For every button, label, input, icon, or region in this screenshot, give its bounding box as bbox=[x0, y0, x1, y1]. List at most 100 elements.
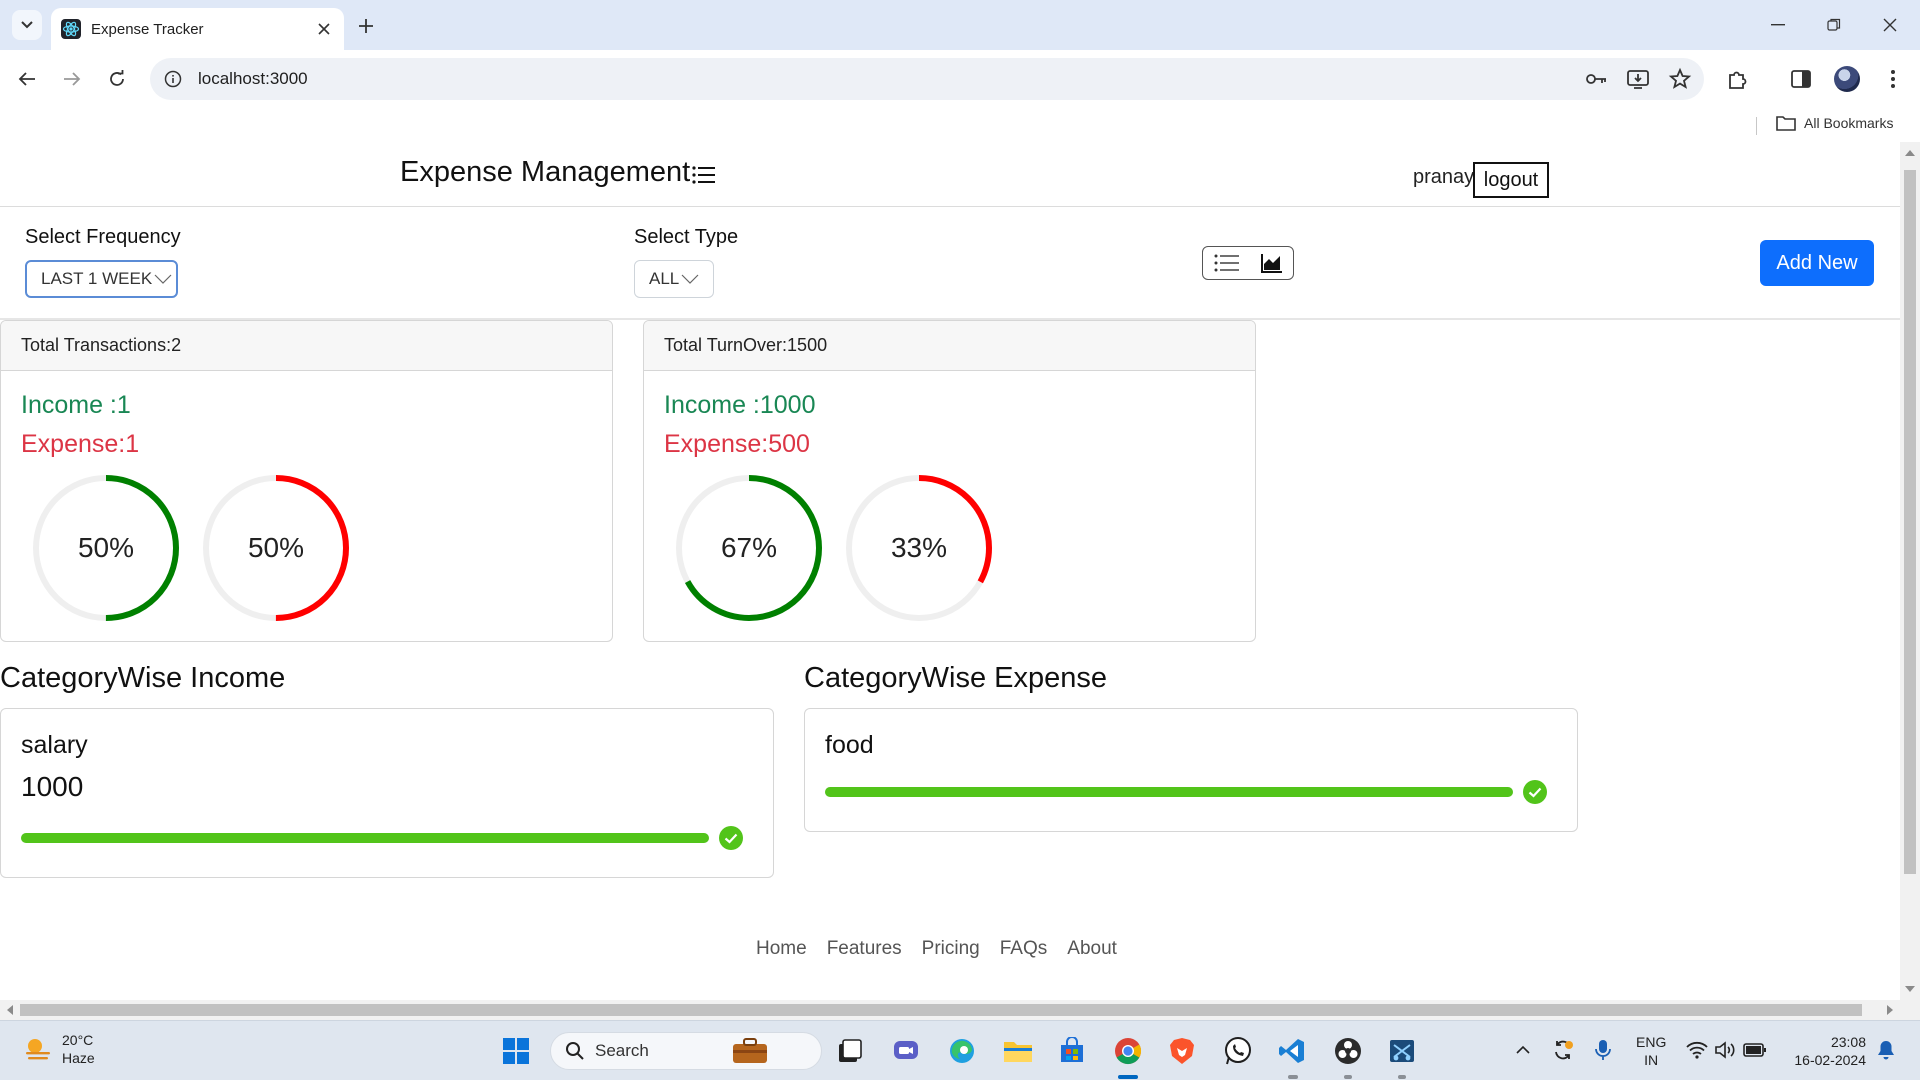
vertical-scrollbar[interactable] bbox=[1900, 142, 1920, 1000]
category-income-title: CategoryWise Income bbox=[0, 662, 286, 694]
chrome-button[interactable] bbox=[1110, 1033, 1146, 1069]
browser-menu-button[interactable] bbox=[1878, 64, 1908, 94]
store-icon bbox=[1061, 1037, 1083, 1062]
tab-expense-tracker[interactable]: Expense Tracker bbox=[51, 8, 344, 50]
url-text[interactable]: localhost:3000 bbox=[198, 69, 308, 89]
briefcase-icon bbox=[732, 1038, 767, 1063]
sync-status-icon[interactable] bbox=[1550, 1037, 1576, 1063]
microphone-icon[interactable] bbox=[1590, 1037, 1616, 1063]
footer-link-home[interactable]: Home bbox=[756, 938, 807, 960]
category-expense-title: CategoryWise Expense bbox=[804, 662, 1108, 694]
footer-link-pricing[interactable]: Pricing bbox=[922, 938, 980, 960]
type-select[interactable]: ALL bbox=[634, 260, 714, 298]
password-key-icon[interactable] bbox=[1584, 67, 1608, 91]
horizontal-scroll-thumb[interactable] bbox=[20, 1004, 1862, 1016]
transactions-card: Total Transactions:2 Income :1 Expense:1… bbox=[0, 320, 613, 642]
scroll-up-arrow[interactable] bbox=[1905, 150, 1915, 156]
footer-nav: Home Features Pricing FAQs About bbox=[756, 938, 1117, 960]
bell-icon bbox=[1878, 1041, 1894, 1060]
category-income-amount: 1000 bbox=[21, 771, 84, 802]
store-button[interactable] bbox=[1054, 1033, 1090, 1069]
app-header: Expense Management pranay logout bbox=[0, 142, 1900, 207]
tab-title: Expense Tracker bbox=[91, 20, 204, 38]
scroll-right-arrow[interactable] bbox=[1887, 1005, 1893, 1015]
volume-icon[interactable] bbox=[1712, 1037, 1738, 1063]
vscode-button[interactable] bbox=[1274, 1033, 1310, 1069]
restore-icon bbox=[1827, 18, 1841, 31]
horizontal-scrollbar[interactable] bbox=[0, 1000, 1900, 1020]
arrow-right-icon bbox=[64, 72, 81, 86]
scroll-down-arrow[interactable] bbox=[1905, 986, 1915, 992]
add-new-button[interactable]: Add New bbox=[1760, 240, 1874, 286]
frequency-select[interactable]: LAST 1 WEEK bbox=[25, 260, 178, 298]
all-bookmarks-label: All Bookmarks bbox=[1804, 115, 1894, 131]
category-income-card: salary 1000 bbox=[0, 708, 774, 878]
task-view-button[interactable] bbox=[832, 1033, 868, 1069]
footer-link-faqs[interactable]: FAQs bbox=[1000, 938, 1048, 960]
taskbar-search[interactable]: Search bbox=[550, 1032, 822, 1070]
obs-button[interactable] bbox=[1330, 1033, 1366, 1069]
view-toggle bbox=[1202, 246, 1294, 280]
footer-link-about[interactable]: About bbox=[1067, 938, 1117, 960]
check-circle-icon bbox=[719, 826, 743, 850]
show-hidden-icons[interactable] bbox=[1510, 1037, 1536, 1063]
address-bar[interactable]: localhost:3000 bbox=[150, 58, 1704, 100]
meet-app-button[interactable] bbox=[888, 1033, 924, 1069]
notifications-button[interactable] bbox=[1873, 1037, 1899, 1063]
forward-button[interactable] bbox=[57, 64, 87, 94]
weather-widget[interactable]: 20°C Haze bbox=[22, 1031, 95, 1067]
tab-search-button[interactable] bbox=[12, 10, 42, 40]
username: pranay bbox=[1413, 166, 1475, 188]
close-window-button[interactable] bbox=[1868, 0, 1912, 50]
category-expense-name: food bbox=[825, 731, 874, 759]
footer-link-features[interactable]: Features bbox=[827, 938, 902, 960]
list-view-icon[interactable] bbox=[1214, 253, 1240, 273]
category-expense-progress bbox=[825, 787, 1513, 797]
new-tab-button[interactable] bbox=[352, 12, 380, 40]
chevron-down-icon bbox=[154, 274, 172, 284]
reload-button[interactable] bbox=[102, 64, 132, 94]
input-language[interactable]: ENG IN bbox=[1636, 1033, 1666, 1069]
system-clock[interactable]: 23:08 16-02-2024 bbox=[1786, 1033, 1866, 1069]
category-income-name: salary bbox=[21, 731, 88, 759]
brand: Expense Management bbox=[400, 156, 716, 189]
edge-browser-button[interactable] bbox=[944, 1033, 980, 1069]
turnover-income-percent: 67% bbox=[720, 532, 778, 563]
extensions-button[interactable] bbox=[1722, 64, 1752, 94]
reload-icon bbox=[110, 70, 124, 86]
category-income-progress-fill bbox=[21, 833, 709, 843]
all-bookmarks-button[interactable]: All Bookmarks bbox=[1776, 115, 1893, 131]
back-button[interactable] bbox=[12, 64, 42, 94]
frequency-value: LAST 1 WEEK bbox=[41, 269, 153, 288]
turnover-card: Total TurnOver:1500 Income :1000 Expense… bbox=[643, 320, 1256, 642]
logout-button[interactable]: logout bbox=[1473, 162, 1549, 198]
vscode-logo-icon bbox=[1279, 1039, 1304, 1063]
turnover-expense-percent: 33% bbox=[890, 532, 948, 563]
restore-button[interactable] bbox=[1812, 0, 1856, 50]
turnover-card-header: Total TurnOver:1500 bbox=[644, 321, 1255, 371]
turnover-income-ring: 67% bbox=[674, 473, 824, 623]
chart-view-icon[interactable] bbox=[1260, 253, 1283, 273]
minimize-button[interactable] bbox=[1756, 0, 1800, 50]
start-button[interactable] bbox=[498, 1033, 534, 1069]
snipping-tool-button[interactable] bbox=[1384, 1033, 1420, 1069]
language-region: IN bbox=[1644, 1052, 1659, 1068]
haze-weather-icon bbox=[26, 1039, 50, 1060]
bookmark-star-icon[interactable] bbox=[1668, 67, 1692, 91]
whatsapp-button[interactable] bbox=[1220, 1033, 1256, 1069]
profile-button[interactable] bbox=[1832, 64, 1862, 94]
wifi-icon[interactable] bbox=[1684, 1037, 1710, 1063]
scroll-left-arrow[interactable] bbox=[7, 1005, 13, 1015]
side-panel-button[interactable] bbox=[1786, 64, 1816, 94]
vertical-scroll-thumb[interactable] bbox=[1904, 170, 1916, 874]
transactions-expense: Expense:1 bbox=[21, 430, 140, 458]
install-app-icon[interactable] bbox=[1626, 67, 1650, 91]
close-tab-icon[interactable] bbox=[314, 19, 334, 39]
brave-button[interactable] bbox=[1164, 1033, 1200, 1069]
battery-icon[interactable] bbox=[1742, 1037, 1768, 1063]
hamburger-menu-icon[interactable] bbox=[692, 164, 716, 186]
site-info-icon[interactable] bbox=[162, 68, 184, 90]
turnover-income: Income :1000 bbox=[664, 391, 816, 419]
file-explorer-button[interactable] bbox=[1000, 1033, 1036, 1069]
folder-icon bbox=[1004, 1042, 1032, 1062]
